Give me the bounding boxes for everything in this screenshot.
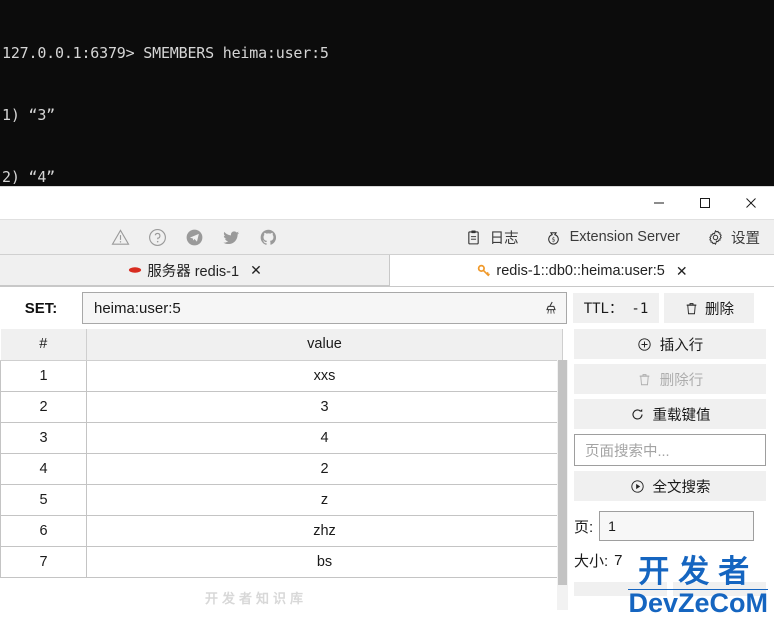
row-value[interactable]: z [86,483,563,516]
ttl-button[interactable]: TTL： -1 [573,293,659,323]
toolbar-left-group [0,227,278,247]
value-table-container: # value 1 xxs 2 3 3 4 4 2 5 z 6 zhz 7 bs [0,329,568,619]
toolbar-right-group: 日志 $ Extension Server 设置 [465,227,774,248]
table-row[interactable]: 2 3 [0,390,563,423]
clipboard-icon [465,228,483,246]
tab-label: 服务器 redis-1 [147,263,240,280]
terminal-line: 127.0.0.1:6379> SMEMBERS heima:user:5 [2,44,329,63]
side-action-panel: 插入行 删除行 重载键值 页面搜索中... 全文搜索 页: 1 大小: 7 [568,329,774,619]
key-icon [476,263,492,279]
title-bar [0,187,774,219]
row-index: 4 [0,452,87,485]
table-row[interactable]: 1 xxs [0,359,563,392]
row-index: 5 [0,483,87,516]
page-number-input[interactable]: 1 [599,511,755,541]
table-row[interactable]: 3 4 [0,421,563,454]
maximize-button[interactable] [682,187,728,219]
stub-button-left[interactable] [574,582,667,596]
scrollbar-thumb[interactable] [558,360,567,585]
delete-key-label: 删除 [705,301,734,318]
github-icon[interactable] [258,227,278,247]
key-name-value[interactable]: heima:user:5 [83,300,536,317]
row-value[interactable]: 2 [86,452,563,485]
stub-button-right[interactable] [673,582,766,596]
content-body: # value 1 xxs 2 3 3 4 4 2 5 z 6 zhz 7 bs… [0,329,774,619]
column-header-value[interactable]: value [86,329,563,361]
plus-circle-icon [637,337,652,352]
table-row[interactable]: 4 2 [0,452,563,485]
row-index: 6 [0,514,87,547]
row-value[interactable]: bs [86,545,563,578]
row-value[interactable]: 3 [86,390,563,423]
telegram-icon[interactable] [184,227,204,247]
trash-icon [637,372,652,387]
column-header-index[interactable]: # [0,329,87,361]
page-search-input[interactable]: 页面搜索中... [574,434,766,466]
delete-row-button: 删除行 [574,364,766,394]
extension-server-label: Extension Server [569,229,680,245]
refresh-icon [630,407,645,422]
play-circle-icon [630,479,645,494]
settings-button[interactable]: 设置 [706,227,760,248]
money-bag-icon: $ [545,228,563,246]
fulltext-search-label: 全文搜索 [652,479,711,496]
size-row: 大小: 7 [574,550,766,571]
svg-text:$: $ [552,236,556,243]
insert-row-button[interactable]: 插入行 [574,329,766,359]
broom-icon[interactable] [536,300,566,316]
tab-label: redis-1::db0::heima:user:5 [496,262,665,279]
table-vertical-scrollbar[interactable] [557,360,568,610]
key-type-label: SET: [24,299,58,317]
redis-icon [127,262,143,278]
size-value: 7 [614,552,623,569]
close-button[interactable] [728,187,774,219]
tab-close-icon[interactable]: ✕ [250,263,262,277]
tab-server-redis-1[interactable]: 服务器 redis-1 ✕ [0,255,390,286]
warning-icon[interactable] [110,227,130,247]
row-value[interactable]: xxs [86,359,563,392]
redis-cli-terminal[interactable]: 127.0.0.1:6379> SMEMBERS heima:user:5 1)… [0,0,774,556]
terminal-line: 2) “4” [2,167,55,186]
settings-label: 设置 [731,230,760,247]
row-index: 1 [0,359,87,392]
table-header-row: # value [0,329,563,361]
twitter-icon[interactable] [221,227,241,247]
row-index: 2 [0,390,87,423]
row-index: 7 [0,545,87,578]
key-name-field[interactable]: heima:user:5 [82,292,567,324]
minimize-button[interactable] [636,187,682,219]
log-label: 日志 [489,230,519,247]
delete-key-button[interactable]: 删除 [664,293,754,323]
bottom-stub-buttons [574,582,766,596]
gear-icon [706,228,724,246]
delete-row-label: 删除行 [659,372,704,389]
reload-key-label: 重载键值 [652,407,711,424]
fulltext-search-button[interactable]: 全文搜索 [574,471,766,501]
row-index: 3 [0,421,87,454]
row-value[interactable]: 4 [86,421,563,454]
size-label: 大小: [574,553,609,570]
main-toolbar: 日志 $ Extension Server 设置 [0,219,774,255]
app-root: 127.0.0.1:6379> SMEMBERS heima:user:5 1)… [0,0,774,619]
table-row[interactable]: 5 z [0,483,563,516]
trash-icon [684,301,699,316]
tab-key-heima-user-5[interactable]: redis-1::db0::heima:user:5 ✕ [390,255,774,286]
redis-client-window: 日志 $ Extension Server 设置 服务器 redis-1 ✕ r… [0,186,774,619]
reload-key-button[interactable]: 重载键值 [574,399,766,429]
tab-close-icon[interactable]: ✕ [676,264,688,278]
insert-row-label: 插入行 [659,337,704,354]
value-table: # value 1 xxs 2 3 3 4 4 2 5 z 6 zhz 7 bs [0,329,563,578]
row-value[interactable]: zhz [86,514,563,547]
tab-strip: 服务器 redis-1 ✕ redis-1::db0::heima:user:5… [0,255,774,287]
log-button[interactable]: 日志 [465,227,519,248]
page-label: 页: [574,518,594,536]
key-header-row: SET: heima:user:5 TTL： -1 删除 [0,287,774,329]
extension-server-button[interactable]: $ Extension Server [545,228,680,246]
table-row[interactable]: 6 zhz [0,514,563,547]
help-icon[interactable] [147,227,167,247]
terminal-line: 1) “3” [2,105,55,124]
table-row[interactable]: 7 bs [0,545,563,578]
page-row: 页: 1 [574,511,766,541]
